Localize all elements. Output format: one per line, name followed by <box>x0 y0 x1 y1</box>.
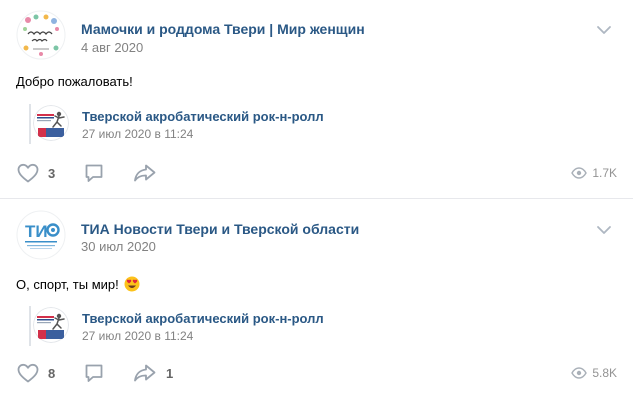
post-date[interactable]: 30 июл 2020 <box>81 239 156 254</box>
repost-community-name[interactable]: Тверской акробатический рок-н-ролл <box>82 311 324 326</box>
repost-avatar[interactable] <box>33 105 69 141</box>
share-button[interactable]: 1 <box>132 361 173 385</box>
post-text: Добро пожаловать! <box>16 74 133 89</box>
tia-logo-icon: ТИ <box>16 210 66 260</box>
heart-eyes-emoji-icon <box>124 276 140 292</box>
like-count: 3 <box>48 165 56 181</box>
rock-n-roll-logo-icon <box>33 307 69 343</box>
like-button[interactable]: 3 <box>16 161 55 185</box>
views-counter: 5.8K <box>571 361 617 385</box>
post-actions: 8 1 5.8K <box>16 361 617 385</box>
views-count: 1.7K <box>592 166 617 180</box>
post: ТИ ТИА Новости Твери и Тверской области … <box>0 198 633 410</box>
views-count: 5.8K <box>592 366 617 380</box>
share-count: 1 <box>166 365 174 381</box>
share-icon <box>134 364 156 382</box>
views-counter: 1.7K <box>571 161 617 185</box>
eye-icon <box>571 367 588 379</box>
repost-divider <box>29 104 31 144</box>
svg-text:ТИ: ТИ <box>25 222 48 241</box>
repost-block[interactable]: Тверской акробатический рок-н-ролл 27 ию… <box>16 306 336 346</box>
repost-avatar[interactable] <box>33 307 69 343</box>
heart-icon <box>17 363 39 383</box>
heart-icon <box>17 163 39 183</box>
comment-button[interactable] <box>82 161 106 185</box>
chevron-down-icon[interactable] <box>596 23 612 35</box>
chevron-down-icon[interactable] <box>596 223 612 235</box>
author-name[interactable]: Мамочки и роддома Твери | Мир женщин <box>81 21 365 37</box>
repost-divider <box>29 306 31 346</box>
comment-icon <box>85 364 103 382</box>
repost-community-name[interactable]: Тверской акробатический рок-н-ролл <box>82 109 324 124</box>
post-date[interactable]: 4 авг 2020 <box>81 40 143 55</box>
post-text: О, спорт, ты мир! <box>16 277 119 292</box>
repost-date[interactable]: 27 июл 2020 в 11:24 <box>82 329 193 343</box>
repost-date[interactable]: 27 июл 2020 в 11:24 <box>82 127 193 141</box>
rock-n-roll-logo-icon <box>33 105 69 141</box>
community-avatar[interactable]: ТИ <box>16 210 66 260</box>
share-icon <box>134 164 156 182</box>
post-actions: 3 1.7K <box>16 161 617 185</box>
post: Мамочки и роддома Твери | Мир женщин 4 а… <box>0 0 633 198</box>
post-text-container: О, спорт, ты мир! <box>16 276 140 292</box>
mamochki-logo-icon <box>16 10 66 60</box>
comment-icon <box>85 164 103 182</box>
comment-button[interactable] <box>82 361 106 385</box>
community-avatar[interactable] <box>16 10 66 60</box>
share-button[interactable] <box>132 161 166 185</box>
like-button[interactable]: 8 <box>16 361 55 385</box>
eye-icon <box>571 167 588 179</box>
repost-block[interactable]: Тверской акробатический рок-н-ролл 27 ию… <box>16 104 336 144</box>
like-count: 8 <box>48 365 56 381</box>
author-name[interactable]: ТИА Новости Твери и Тверской области <box>81 221 359 237</box>
